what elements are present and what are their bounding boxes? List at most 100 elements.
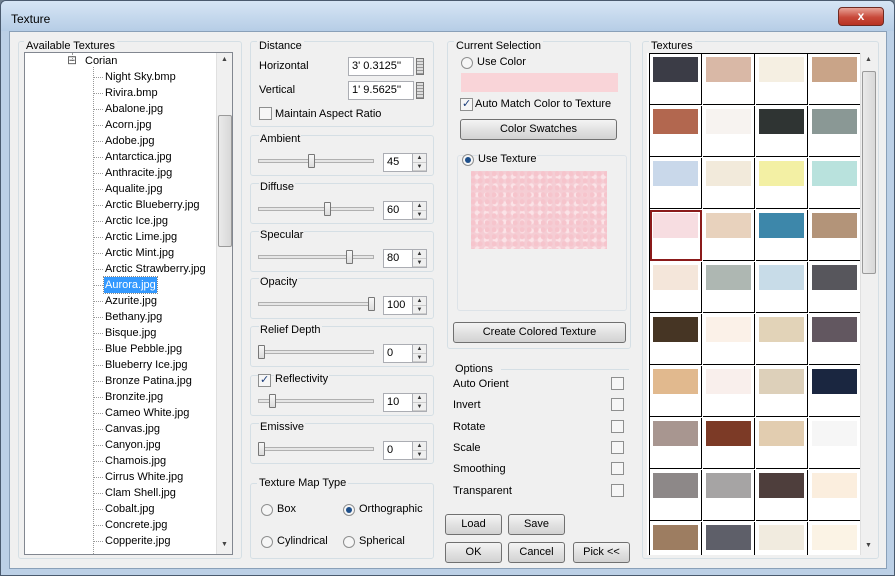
scroll-up-arrow-icon[interactable]: ▲ [221,56,228,63]
maintain-aspect-checkbox[interactable] [259,107,272,120]
slider-thumb[interactable] [324,202,331,216]
option-checkbox[interactable] [611,483,624,497]
tree-item[interactable]: Bronzite.jpg [104,389,164,405]
texture-cell[interactable] [650,470,702,521]
texture-cell[interactable] [809,262,861,313]
tree-item[interactable]: Concrete.jpg [104,517,168,533]
scroll-down-arrow-icon[interactable]: ▼ [221,541,228,548]
option-checkbox[interactable] [611,377,624,390]
texture-cell[interactable] [650,418,702,469]
option-checkbox[interactable] [611,398,624,412]
spin-down-icon[interactable]: ▼ [413,163,426,171]
texture-cell[interactable] [809,158,861,209]
scroll-up-arrow-icon[interactable]: ▲ [865,56,872,63]
option-checkbox[interactable] [611,419,624,433]
slider-track[interactable] [258,302,374,306]
tree-item[interactable]: Blue Pebble.jpg [104,341,183,357]
texture-cell[interactable] [703,158,755,209]
texture-cell[interactable] [756,418,808,469]
texture-cell[interactable] [809,522,861,555]
spherical-radio[interactable] [343,536,355,548]
slider-spinner[interactable]: ▲ ▼ [412,296,427,315]
tree-item[interactable]: Azurite.jpg [104,293,158,309]
orthographic-radio[interactable] [343,504,355,516]
texture-cell[interactable] [650,262,702,313]
tree-item[interactable]: Arctic Lime.jpg [104,229,178,245]
tree-item[interactable]: Aurora.jpg [103,276,158,294]
slider-value-input[interactable]: 80 [383,249,413,268]
texture-cell[interactable] [756,262,808,313]
slider-thumb[interactable] [346,250,353,264]
tree-item[interactable]: Arctic Blueberry.jpg [104,197,201,213]
color-swatches-button[interactable]: Color Swatches [460,119,617,140]
tree-item[interactable]: Cameo White.jpg [104,405,190,421]
scroll-down-arrow-icon[interactable]: ▼ [865,542,872,549]
tree-item[interactable]: Rivira.bmp [104,85,159,101]
texture-cell[interactable] [650,522,702,555]
tree-item[interactable]: Night Sky.bmp [104,69,177,85]
slider-spinner[interactable]: ▲ ▼ [412,153,427,172]
texture-cell[interactable] [756,314,808,365]
texture-cell[interactable] [650,366,702,417]
box-radio[interactable] [261,504,273,516]
slider-value-input[interactable]: 100 [383,296,413,315]
tree-item[interactable]: Copperite.jpg [104,533,171,549]
texture-cell[interactable] [703,210,755,261]
tree-item[interactable]: Blueberry Ice.jpg [104,357,189,373]
spin-up-icon[interactable]: ▲ [413,297,426,306]
texture-cell[interactable] [650,106,702,157]
horizontal-input[interactable]: 3' 0.3125'' [348,57,414,76]
texture-tree[interactable]: ⊟ Corian Night Sky.bmp Rivira.bmp Abalone.… [24,52,233,555]
tree-item[interactable]: Abalone.jpg [104,101,164,117]
slider-value-input[interactable]: 0 [383,441,413,460]
slider-thumb[interactable] [368,297,375,311]
texture-cell[interactable] [703,262,755,313]
pick-button[interactable]: Pick << [573,542,630,563]
slider-spinner[interactable]: ▲ ▼ [412,249,427,268]
title-bar[interactable]: Texture x [1,1,894,31]
slider-spinner[interactable]: ▲ ▼ [412,344,427,363]
texture-cell[interactable] [650,210,702,261]
texture-cell[interactable] [809,314,861,365]
create-colored-texture-button[interactable]: Create Colored Texture [453,322,626,343]
tree-item[interactable]: Canyon.jpg [104,437,162,453]
vertical-input[interactable]: 1' 9.5625'' [348,81,414,100]
tree-item[interactable]: Cobalt.jpg [104,501,156,517]
spin-down-icon[interactable]: ▼ [413,451,426,459]
texture-cell[interactable] [756,470,808,521]
slider-value-input[interactable]: 10 [383,393,413,412]
slider-value-input[interactable]: 0 [383,344,413,363]
texture-cell[interactable] [756,54,808,105]
slider-spinner[interactable]: ▲ ▼ [412,201,427,220]
texture-cell[interactable] [650,54,702,105]
tree-item[interactable]: Cirrus White.jpg [104,469,184,485]
texture-cell[interactable] [756,106,808,157]
tree-item[interactable]: Antarctica.jpg [104,149,173,165]
texture-cell[interactable] [703,54,755,105]
texture-cell[interactable] [703,106,755,157]
slider-thumb[interactable] [258,345,265,359]
spin-up-icon[interactable]: ▲ [413,442,426,451]
option-checkbox[interactable] [611,440,624,454]
texture-cell[interactable] [703,366,755,417]
tree-item[interactable]: Bronze Patina.jpg [104,373,193,389]
slider-thumb[interactable] [269,394,276,408]
texture-cell[interactable] [756,158,808,209]
spin-up-icon[interactable]: ▲ [413,154,426,163]
cylindrical-radio[interactable] [261,536,273,548]
tree-item[interactable]: Chamois.jpg [104,453,167,469]
slider-spinner[interactable]: ▲ ▼ [412,393,427,412]
slider-thumb[interactable] [258,442,265,456]
texture-cell[interactable] [809,470,861,521]
use-color-radio[interactable] [461,57,473,69]
slider-track[interactable] [258,255,374,259]
slider-track[interactable] [258,207,374,211]
texture-cell[interactable] [650,158,702,209]
collapse-icon[interactable]: ⊟ [67,54,77,66]
tree-item[interactable]: Clam Shell.jpg [104,485,177,501]
ok-button[interactable]: OK [445,542,502,563]
texture-cell[interactable] [703,470,755,521]
texture-cell[interactable] [809,210,861,261]
spin-up-icon[interactable]: ▲ [413,394,426,403]
tree-item[interactable]: Bethany.jpg [104,309,163,325]
